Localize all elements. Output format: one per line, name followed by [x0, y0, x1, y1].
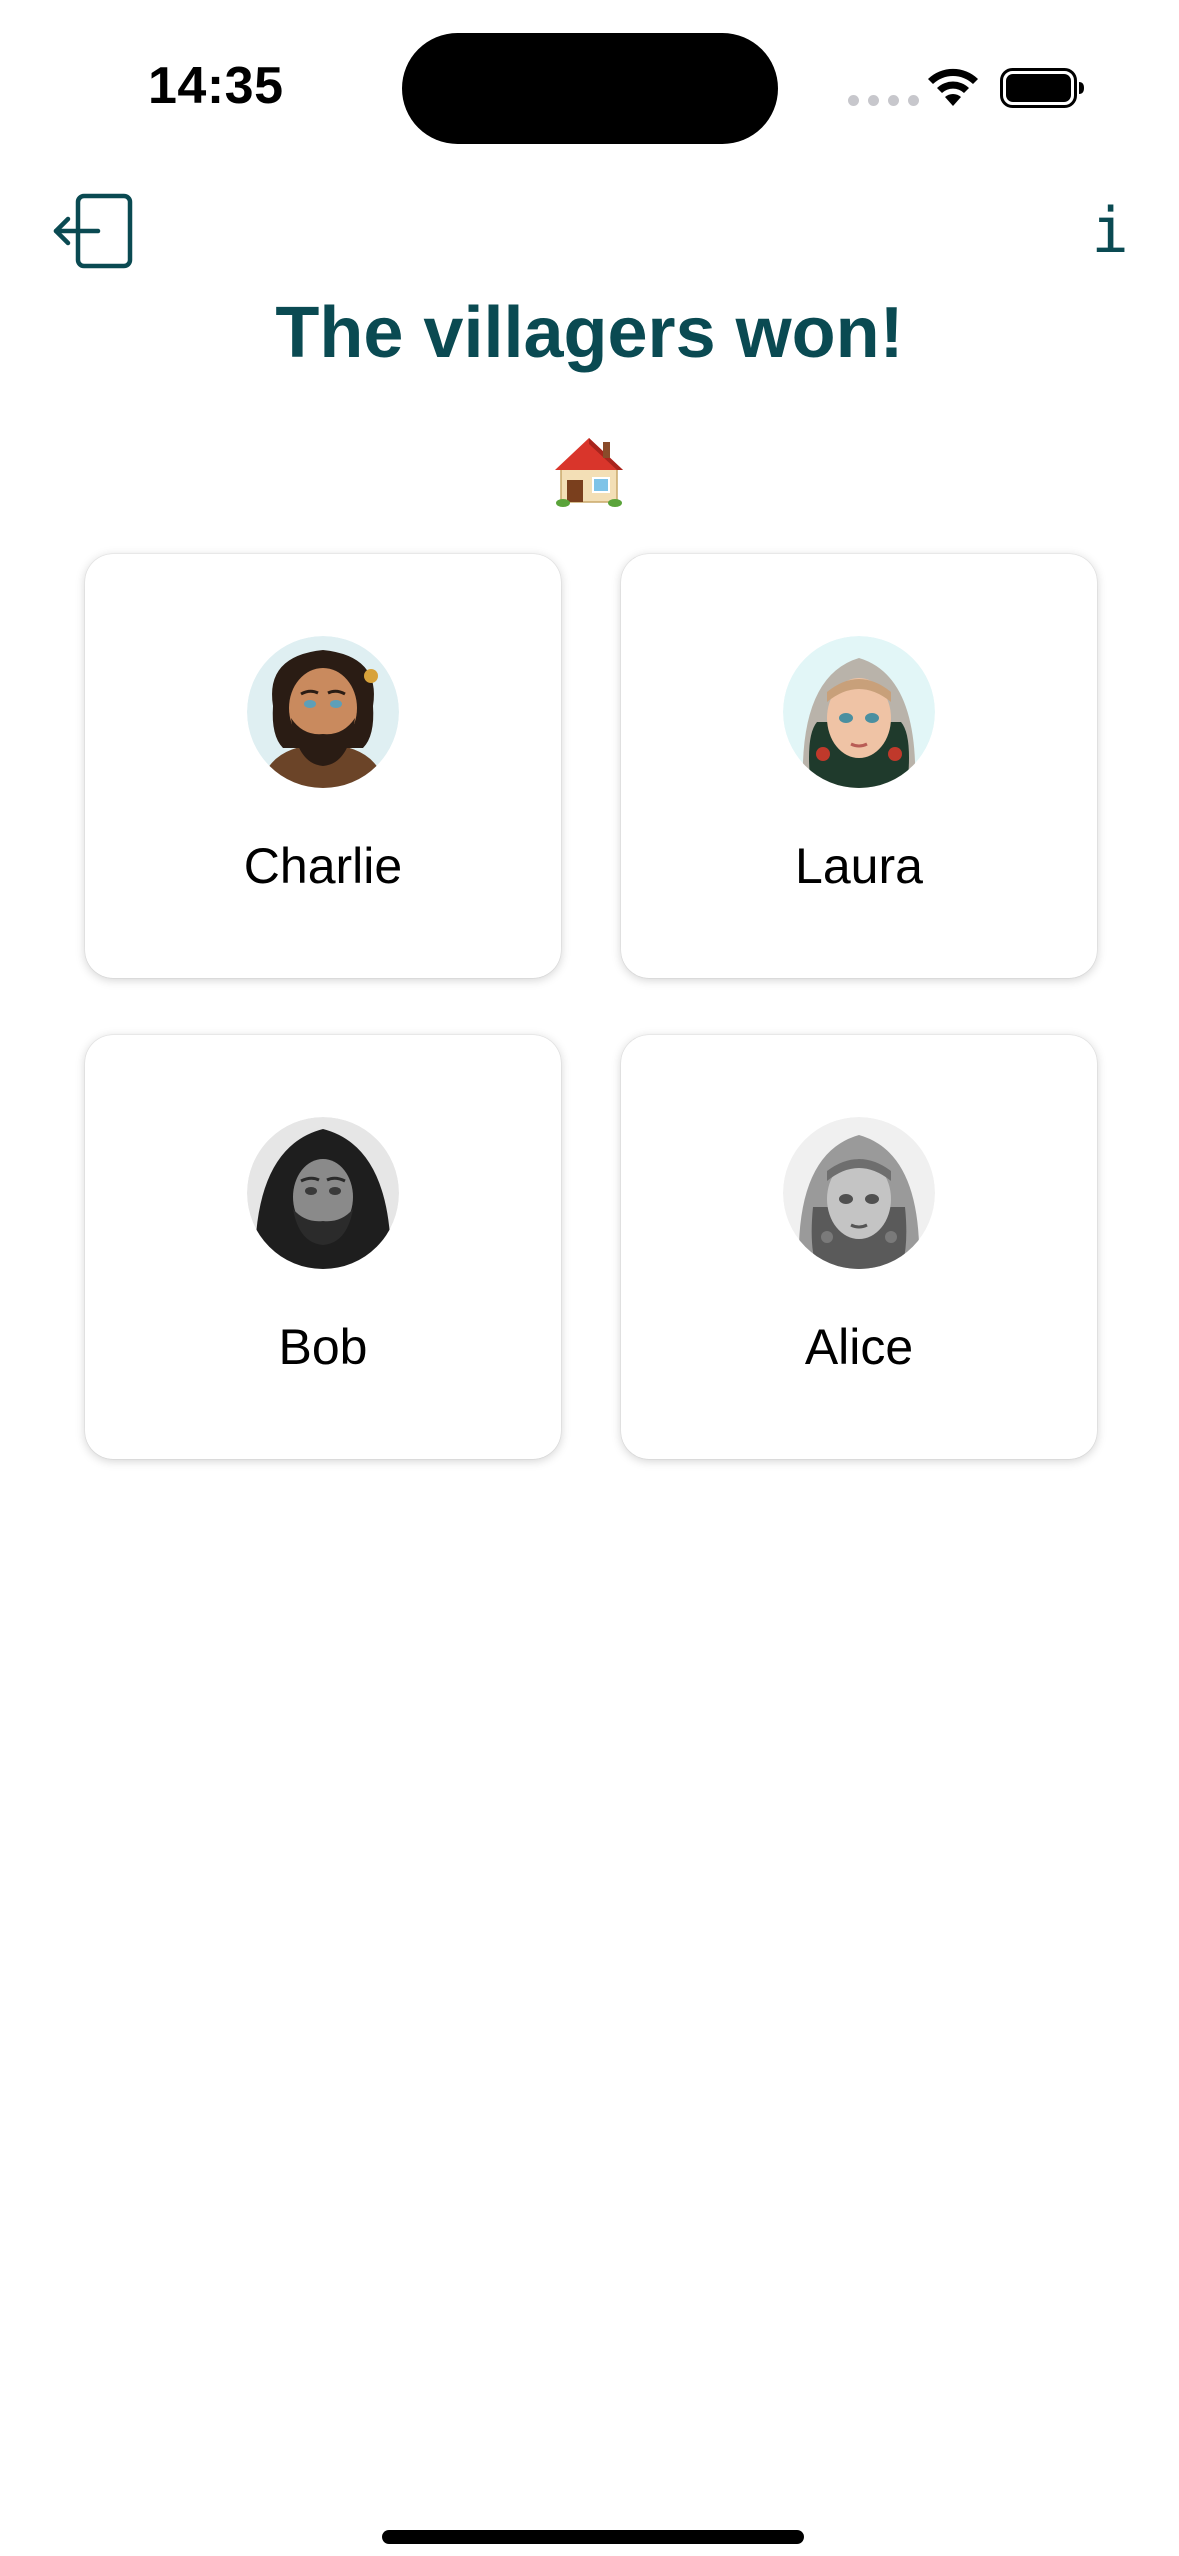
page-title: The villagers won! — [275, 293, 904, 373]
player-card[interactable]: Alice — [621, 1035, 1097, 1459]
battery-icon — [1000, 68, 1084, 108]
exit-button[interactable] — [52, 190, 136, 274]
avatar — [247, 636, 399, 788]
wifi-icon — [928, 68, 978, 106]
player-name: Charlie — [243, 838, 403, 894]
dynamic-island — [402, 33, 778, 144]
player-name: Alice — [804, 1319, 914, 1375]
avatar — [783, 1117, 935, 1269]
player-name: Laura — [795, 838, 923, 894]
home-indicator[interactable] — [382, 2530, 804, 2544]
player-name: Bob — [278, 1319, 368, 1375]
cellular-signal-icon — [848, 95, 919, 106]
player-grid: Charlie Laura Bob Alice — [85, 554, 1097, 1459]
info-button[interactable]: i — [1085, 190, 1135, 270]
status-time: 14:35 — [148, 57, 284, 115]
exit-door-icon — [53, 193, 133, 269]
player-card[interactable]: Bob — [85, 1035, 561, 1459]
avatar — [247, 1117, 399, 1269]
house-icon — [555, 438, 623, 507]
player-card[interactable]: Laura — [621, 554, 1097, 978]
avatar — [783, 636, 935, 788]
player-card[interactable]: Charlie — [85, 554, 561, 978]
